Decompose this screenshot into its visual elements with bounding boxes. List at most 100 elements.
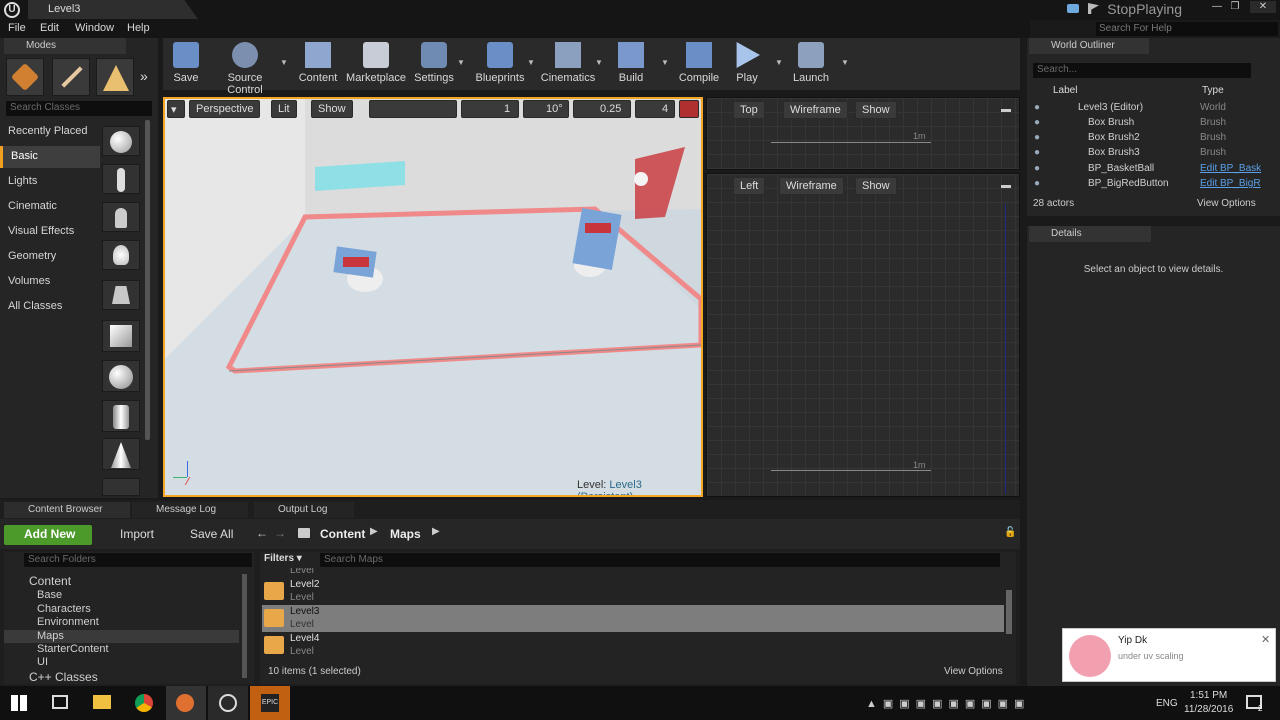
snap-grid-group[interactable]: 1	[461, 100, 519, 118]
player-start-icon[interactable]	[102, 280, 140, 310]
category-cinematic[interactable]: Cinematic	[0, 196, 100, 218]
visibility-eye-icon[interactable]: ●	[1034, 163, 1040, 174]
taskbar-app-2[interactable]	[166, 686, 206, 720]
viewport-options-button[interactable]: ▾	[167, 100, 185, 118]
breadcrumb-content[interactable]: Content	[320, 527, 365, 541]
build-dropdown[interactable]: ▼	[661, 58, 669, 67]
cylinder-shape-icon[interactable]	[102, 400, 140, 432]
unreal-editor-taskbar-icon[interactable]	[208, 686, 248, 720]
scale-snap-button[interactable]: 0.25	[573, 100, 631, 118]
modes-scrollbar[interactable]	[145, 120, 150, 440]
menu-edit[interactable]: Edit	[40, 22, 59, 34]
show-button[interactable]: Show	[311, 100, 353, 118]
folder-environment[interactable]: Environment	[4, 616, 239, 629]
clock-time[interactable]: 1:51 PM	[1190, 690, 1227, 701]
compile-button[interactable]: Compile	[677, 42, 721, 88]
forward-arrow-icon[interactable]: →	[274, 526, 286, 540]
windows-start-icon[interactable]	[11, 695, 27, 711]
folder-maps[interactable]: Maps	[4, 630, 239, 643]
asset-row[interactable]: Level2 Level	[262, 578, 1004, 605]
rotation-snap-button[interactable]: 10°	[523, 100, 569, 118]
breadcrumb-more-icon[interactable]: ▶	[432, 526, 440, 537]
sphere-shape-icon[interactable]	[102, 360, 140, 392]
category-geometry[interactable]: Geometry	[0, 246, 100, 268]
category-lights[interactable]: Lights	[0, 171, 100, 193]
outliner-type-column[interactable]: Type	[1202, 85, 1224, 96]
system-tray-icons[interactable]: ▲▣▣▣▣▣▣▣▣▣	[866, 697, 1086, 710]
tab-message-log[interactable]: Message Log	[132, 502, 248, 518]
cinematics-dropdown[interactable]: ▼	[595, 58, 603, 67]
category-recently-placed[interactable]: Recently Placed	[0, 121, 100, 143]
save-button[interactable]: Save	[165, 42, 207, 88]
point-light-icon[interactable]	[102, 240, 140, 270]
asset-row-selected[interactable]: Level3 Level	[262, 605, 1004, 632]
outliner-row[interactable]: ● Box Brush Brush	[1030, 117, 1270, 132]
maximize-viewport-button[interactable]	[679, 100, 699, 118]
folder-content[interactable]: Content	[4, 574, 239, 588]
launch-dropdown[interactable]: ▼	[841, 58, 849, 67]
search-help-input[interactable]: Search For Help	[1096, 22, 1278, 36]
play-dropdown[interactable]: ▼	[775, 58, 783, 67]
outliner-label-column[interactable]: Label	[1033, 85, 1077, 96]
asset-row[interactable]: Level	[262, 568, 1004, 576]
visibility-eye-icon[interactable]: ●	[1034, 132, 1040, 143]
pawn-actor-icon[interactable]	[102, 202, 140, 232]
close-button[interactable]: ✕	[1250, 1, 1276, 13]
perspective-button[interactable]: Perspective	[189, 100, 261, 118]
more-modes-icon[interactable]: »	[140, 68, 148, 84]
visibility-eye-icon[interactable]: ●	[1034, 117, 1040, 128]
place-mode-icon[interactable]	[6, 58, 44, 96]
blueprints-button[interactable]: Blueprints	[473, 42, 527, 88]
perspective-viewport[interactable]: Level: Level3 (Persistent)	[163, 97, 703, 497]
asset-row[interactable]: Level4 Level	[262, 632, 1004, 659]
plane-shape-icon[interactable]	[102, 478, 140, 496]
folder-base[interactable]: Base	[4, 589, 239, 602]
visibility-eye-icon[interactable]: ●	[1034, 102, 1040, 113]
folder-cpp-classes[interactable]: C++ Classes	[4, 670, 239, 684]
menu-help[interactable]: Help	[127, 22, 150, 34]
transform-tools-group[interactable]	[369, 100, 457, 118]
outliner-row[interactable]: ● Level3 (Editor) World	[1030, 102, 1270, 117]
file-explorer-icon[interactable]	[93, 695, 111, 709]
folder-scrollbar[interactable]	[242, 574, 247, 678]
notification-close-icon[interactable]: ✕	[1261, 633, 1270, 646]
outliner-view-options[interactable]: View Options	[1197, 198, 1256, 209]
left-show-button[interactable]: Show	[855, 177, 897, 195]
camera-speed-button[interactable]: 4	[635, 100, 675, 118]
import-button[interactable]: Import	[104, 527, 154, 541]
menu-file[interactable]: File	[8, 22, 26, 34]
paint-mode-icon[interactable]	[52, 58, 90, 96]
content-button[interactable]: Content	[297, 42, 339, 88]
tab-output-log[interactable]: Output Log	[254, 502, 354, 518]
asset-view-options[interactable]: View Options	[944, 666, 1003, 677]
outliner-row-type[interactable]: Edit BP_Bask	[1200, 163, 1261, 174]
source-control-button[interactable]: Source Control	[209, 42, 281, 96]
search-folders-input[interactable]: Search Folders	[24, 553, 252, 567]
left-maximize-icon[interactable]: ▬	[1001, 180, 1011, 191]
folder-starter-content[interactable]: StarterContent	[4, 643, 239, 656]
breadcrumb-maps[interactable]: Maps	[390, 527, 421, 541]
lit-button[interactable]: Lit	[271, 100, 297, 118]
maximize-button[interactable]: ❐	[1226, 1, 1244, 13]
folder-ui[interactable]: UI	[4, 656, 239, 669]
visibility-eye-icon[interactable]: ●	[1034, 178, 1040, 189]
clock-date[interactable]: 11/28/2016	[1184, 704, 1233, 715]
level-tab[interactable]: Level3	[28, 0, 198, 19]
cone-shape-icon[interactable]	[102, 438, 140, 470]
world-outliner-tab[interactable]: World Outliner	[1029, 38, 1149, 54]
minimize-button[interactable]: —	[1208, 1, 1226, 13]
filters-button[interactable]: Filters ▾	[264, 553, 316, 567]
outliner-search-input[interactable]: Search...	[1033, 63, 1251, 78]
outliner-row[interactable]: ● BP_BigRedButton Edit BP_BigR	[1030, 178, 1270, 193]
search-classes-input[interactable]: Search Classes	[6, 101, 152, 116]
top-viewport[interactable]: Top Wireframe Show 1m ▬	[706, 97, 1020, 170]
cinematics-button[interactable]: Cinematics	[539, 42, 597, 88]
notification-toast[interactable]: Yip Dk under uv scaling ✕	[1062, 628, 1276, 682]
left-wireframe-button[interactable]: Wireframe	[779, 177, 844, 195]
category-visual-effects[interactable]: Visual Effects	[0, 221, 100, 243]
outliner-row[interactable]: ● BP_BasketBall Edit BP_Bask	[1030, 163, 1270, 178]
folder-characters[interactable]: Characters	[4, 603, 239, 616]
blueprints-dropdown[interactable]: ▼	[527, 58, 535, 67]
visibility-eye-icon[interactable]: ●	[1034, 147, 1040, 158]
play-button[interactable]: Play	[729, 42, 765, 88]
